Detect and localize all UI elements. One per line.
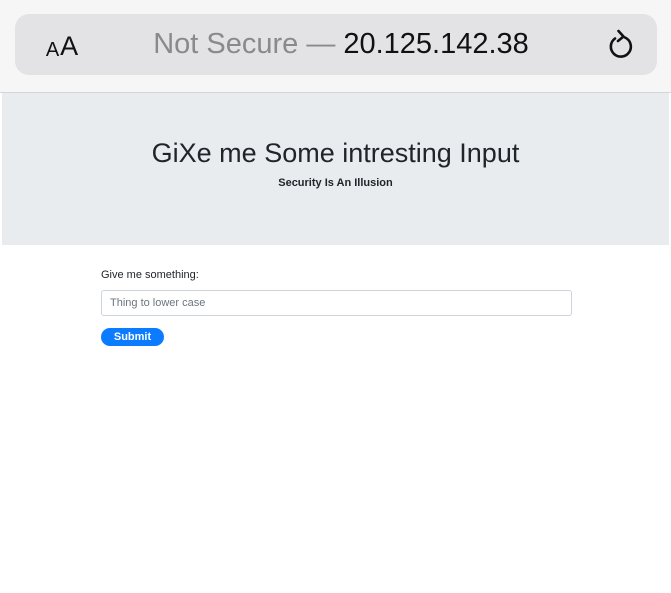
text-input[interactable]: [101, 290, 572, 316]
reload-icon: [609, 29, 633, 58]
address-bar[interactable]: A A Not Secure — 20.125.142.38: [15, 14, 657, 75]
text-size-button[interactable]: A A: [39, 26, 85, 64]
url-security-label: Not Secure —: [153, 28, 336, 60]
browser-toolbar: A A Not Secure — 20.125.142.38: [0, 0, 671, 93]
url-host: 20.125.142.38: [343, 28, 529, 60]
page-subtitle: Security Is An Illusion: [278, 177, 393, 189]
text-size-large-glyph: A: [60, 31, 79, 61]
reload-button[interactable]: [603, 27, 639, 63]
submit-button[interactable]: Submit: [101, 328, 164, 346]
lowercase-form: Give me something: Submit: [101, 268, 572, 346]
text-size-small-glyph: A: [45, 39, 60, 61]
input-label: Give me something:: [101, 269, 199, 281]
page-title: GiXe me Some intresting Input: [151, 138, 520, 168]
page-header: GiXe me Some intresting Input Security I…: [2, 93, 669, 245]
url-display[interactable]: Not Secure — 20.125.142.38: [85, 14, 597, 75]
